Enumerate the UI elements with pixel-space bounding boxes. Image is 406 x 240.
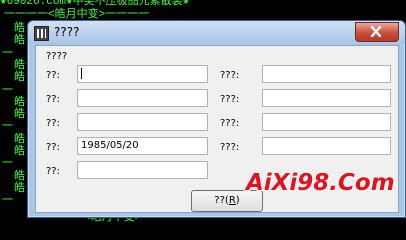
submit-button-suffix: ) xyxy=(235,195,240,206)
background-side-char: 一 xyxy=(2,156,13,170)
background-side-char: 一 xyxy=(2,119,13,133)
background-side-char: 皓 xyxy=(14,107,25,121)
submit-button-hotkey: R xyxy=(228,195,236,206)
submit-button-label: ??( xyxy=(214,195,229,206)
background-side-char: 皓 xyxy=(14,21,25,34)
close-icon xyxy=(370,26,382,37)
background-side-char: 皓 xyxy=(14,33,25,47)
right-field-3[interactable] xyxy=(262,113,391,131)
left-field-1[interactable] xyxy=(77,65,208,83)
close-button[interactable] xyxy=(355,22,399,42)
left-label-5: ??: xyxy=(46,166,60,177)
right-field-4[interactable] xyxy=(262,137,391,155)
right-label-2: ???: xyxy=(220,94,240,105)
background-side-char: 皓 xyxy=(14,94,25,108)
window-title: ???? xyxy=(54,25,80,39)
background-side-char: 皓 xyxy=(14,57,25,71)
right-label-3: ???: xyxy=(220,118,240,129)
watermark-logo: AiXi98.Com xyxy=(246,170,395,196)
right-field-2[interactable] xyxy=(262,89,391,107)
left-field-3[interactable] xyxy=(77,113,208,131)
right-label-4: ???: xyxy=(220,142,240,153)
left-field-4[interactable]: 1985/05/20 xyxy=(77,137,208,155)
background-side-char: 皓 xyxy=(14,131,25,145)
title-bar[interactable]: ???? xyxy=(28,21,405,44)
left-field-5[interactable] xyxy=(77,161,208,179)
left-label-1: ??: xyxy=(46,70,60,81)
background-side-char: 一 xyxy=(2,45,13,59)
background-side-char: 一 xyxy=(2,193,13,207)
background-top-line: ★69026.com★中奖不压极品元素散装★ xyxy=(0,0,190,8)
background-side-char: 皓 xyxy=(14,180,25,194)
right-field-1[interactable] xyxy=(262,65,391,83)
left-label-2: ??: xyxy=(46,94,60,105)
text-caret xyxy=(81,67,82,79)
left-label-3: ??: xyxy=(46,118,60,129)
app-icon xyxy=(34,26,49,41)
background-side-char: 皓 xyxy=(14,144,25,157)
left-field-2[interactable] xyxy=(77,89,208,107)
background-side-char: 皓 xyxy=(14,70,25,84)
background-side-char: 皓 xyxy=(14,168,25,182)
right-label-1: ???: xyxy=(220,70,240,81)
background-side-char: 一 xyxy=(2,82,13,96)
group-label: ???? xyxy=(46,51,68,62)
left-label-4: ??: xyxy=(46,142,60,153)
